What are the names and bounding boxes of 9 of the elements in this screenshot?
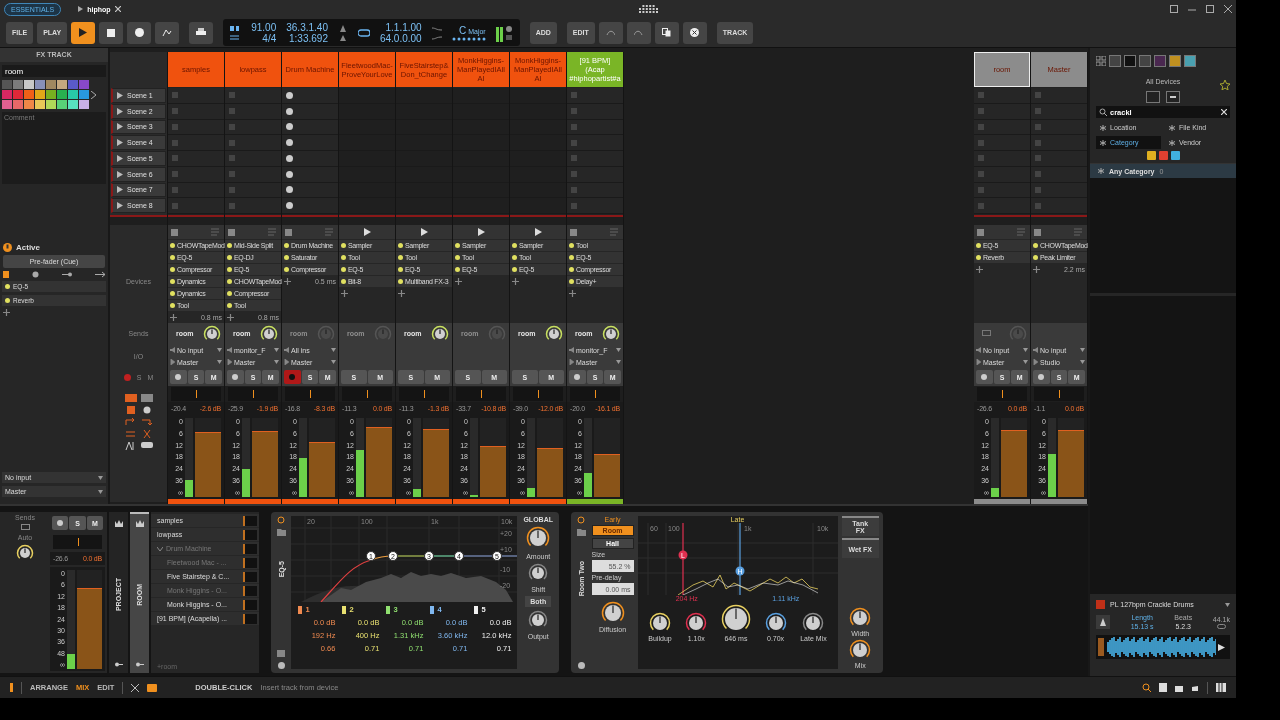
tempo-value[interactable]: 91.00 bbox=[251, 21, 277, 33]
track-name-field[interactable]: room bbox=[2, 65, 106, 77]
time-signature[interactable]: 4/4 bbox=[262, 32, 277, 44]
active-label: Active bbox=[16, 243, 40, 252]
position-value[interactable]: 36.3.1.40 bbox=[286, 21, 328, 33]
time-value[interactable]: 1:33.692 bbox=[289, 32, 328, 44]
loop-start-value[interactable]: 1.1.1.00 bbox=[385, 21, 422, 33]
key-root[interactable]: C bbox=[458, 24, 467, 36]
loop-length-value[interactable]: 64.0.0.00 bbox=[379, 32, 422, 44]
